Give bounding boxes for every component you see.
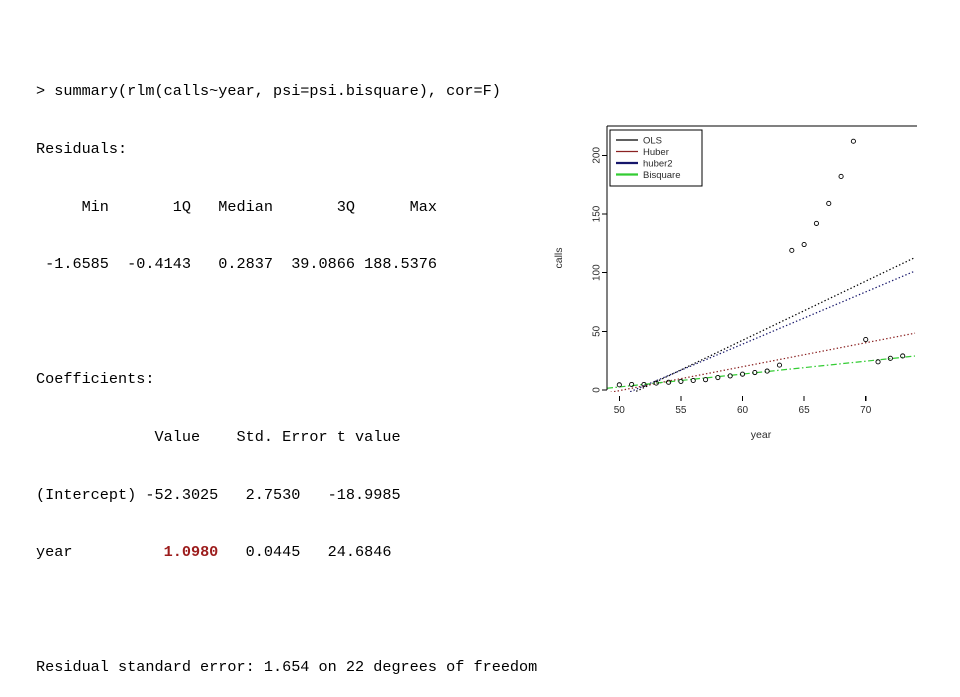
console-line-residuals-values: -1.6585 -0.4143 0.2837 39.0866 188.5376 <box>36 255 438 274</box>
y-axis-title: calls <box>553 247 565 268</box>
legend-label-huber2: huber2 <box>643 158 673 169</box>
x-tick-label: 50 <box>614 405 626 416</box>
console-blank-line-2 <box>36 601 576 620</box>
console-blank-line-1 <box>36 313 576 332</box>
regression-line-huber2 <box>627 270 916 392</box>
y-tick-label: 100 <box>592 264 603 281</box>
x-tick-label: 65 <box>799 405 811 416</box>
regression-line-bisquare <box>606 355 916 389</box>
plot-canvas: 50 55 60 65 70 0 50 100 150 200 OLSHuberhuber2Bis… <box>553 125 917 441</box>
console-line-residuals-header: Residuals: <box>36 140 128 159</box>
legend-label-ols: OLS <box>643 135 662 146</box>
coefficients-year-suffix: 0.0445 24.6846 <box>218 543 392 562</box>
plot-legend: OLSHuberhuber2Bisquare <box>609 129 703 187</box>
y-tick-label: 0 <box>592 387 603 393</box>
x-tick-label: 70 <box>860 405 872 416</box>
x-tick-label: 55 <box>675 405 687 416</box>
data-point <box>850 138 856 144</box>
data-point <box>838 173 844 179</box>
data-point <box>715 375 721 381</box>
regression-lines-group <box>606 256 916 392</box>
console-line-prompt: > summary(rlm(calls~year, psi=psi.bisqua… <box>36 82 501 101</box>
coefficients-year-value: 1.0980 <box>163 543 219 562</box>
legend-label-huber: Huber <box>643 147 669 158</box>
console-line-coefficients-intercept: (Intercept) -52.3025 2.7530 -18.9985 <box>36 485 401 504</box>
console-line-coefficients-colnames: Value Std. Error t value <box>36 428 401 447</box>
data-point <box>629 381 635 388</box>
data-point <box>616 382 622 388</box>
coefficients-year-prefix: year <box>36 543 164 562</box>
data-point <box>678 378 684 384</box>
data-point <box>789 247 795 253</box>
data-point <box>776 362 783 368</box>
regression-line-huber <box>609 332 916 392</box>
console-line-residual-standard-error: Residual standard error: 1.654 on 22 deg… <box>36 658 538 677</box>
y-tick-label: 50 <box>592 325 603 337</box>
data-point <box>690 377 696 384</box>
legend-label-bisquare: Bisquare <box>643 170 681 181</box>
y-tick-label: 150 <box>592 205 603 222</box>
r-console-output: > summary(rlm(calls~year, psi=psi.bisqua… <box>36 44 576 697</box>
console-line-residuals-colnames: Min 1Q Median 3Q Max <box>36 197 438 216</box>
x-tick-label: 60 <box>737 405 749 416</box>
data-point <box>813 220 819 226</box>
x-axis-title: year <box>751 429 772 441</box>
console-line-coefficients-header: Coefficients: <box>36 370 155 389</box>
data-point <box>863 336 869 343</box>
robust-regression-plot: 50 55 60 65 70 0 50 100 150 200 OLS Huber huber2 Bis… <box>548 108 944 456</box>
console-line-coefficients-year: year 1.0980 0.0445 24.6846 <box>36 543 576 562</box>
data-point <box>801 241 807 248</box>
data-point <box>703 377 709 383</box>
y-tick-label: 200 <box>592 147 603 164</box>
data-point <box>826 200 832 206</box>
